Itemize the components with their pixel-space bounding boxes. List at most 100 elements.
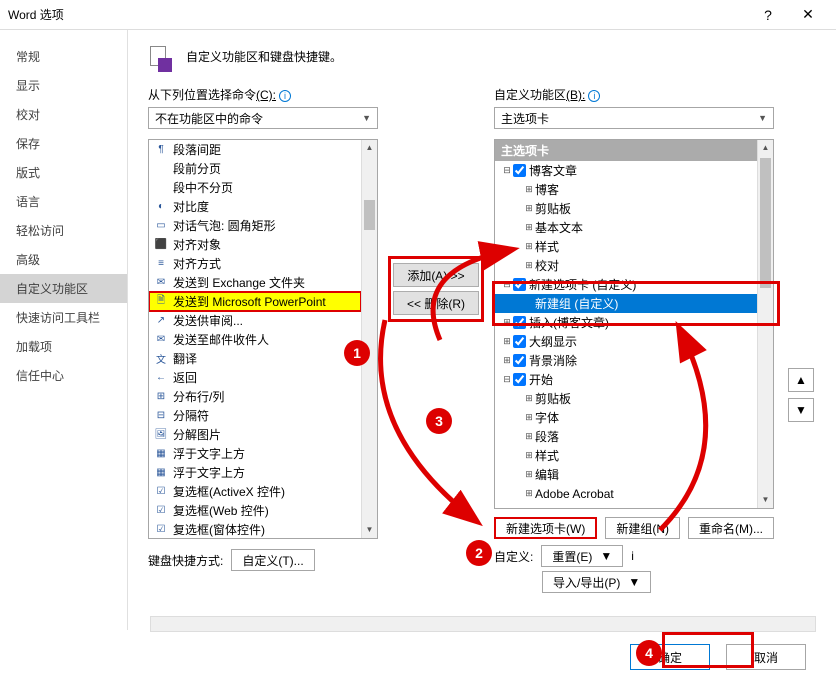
- expand-icon[interactable]: ⊞: [523, 260, 535, 271]
- expand-icon[interactable]: ⊞: [523, 222, 535, 233]
- tree-item[interactable]: ⊟新建选项卡 (自定义): [495, 275, 757, 294]
- command-list-item[interactable]: ☑复选框(窗体控件): [149, 520, 361, 538]
- tree-item[interactable]: ⊞校对: [495, 256, 757, 275]
- sidebar-item[interactable]: 语言: [0, 187, 127, 216]
- tree-item[interactable]: ⊞编辑: [495, 465, 757, 484]
- move-down-button[interactable]: ▼: [788, 398, 814, 422]
- info-icon[interactable]: i: [279, 90, 291, 102]
- sidebar-item[interactable]: 保存: [0, 129, 127, 158]
- sidebar-item[interactable]: 轻松访问: [0, 216, 127, 245]
- command-list-item[interactable]: 段中不分页: [149, 178, 361, 197]
- scroll-thumb[interactable]: [364, 200, 375, 230]
- ribbon-tree[interactable]: 主选项卡 ⊟博客文章⊞博客⊞剪贴板⊞基本文本⊞样式⊞校对⊟新建选项卡 (自定义)…: [494, 139, 774, 509]
- command-list-item[interactable]: ⊟分隔符: [149, 406, 361, 425]
- sidebar-item[interactable]: 显示: [0, 71, 127, 100]
- scrollbar-horizontal[interactable]: [150, 616, 816, 632]
- tree-item[interactable]: ⊞博客: [495, 180, 757, 199]
- tree-item[interactable]: ⊞样式: [495, 237, 757, 256]
- new-group-button[interactable]: 新建组(N): [605, 517, 680, 539]
- tree-item[interactable]: ⊞段落: [495, 427, 757, 446]
- tree-item[interactable]: ⊞样式: [495, 446, 757, 465]
- tree-item[interactable]: ⊟开始: [495, 370, 757, 389]
- move-up-button[interactable]: ▲: [788, 368, 814, 392]
- command-list-item[interactable]: ⊞分布行/列: [149, 387, 361, 406]
- scroll-down-icon[interactable]: ▼: [758, 492, 773, 508]
- expand-icon[interactable]: ⊞: [523, 450, 535, 461]
- scroll-thumb[interactable]: [760, 158, 771, 288]
- sidebar-item[interactable]: 常规: [0, 42, 127, 71]
- sidebar-item[interactable]: 信任中心: [0, 361, 127, 390]
- tree-item[interactable]: ⊞字体: [495, 408, 757, 427]
- expand-icon[interactable]: ⊞: [501, 355, 513, 366]
- command-list-item[interactable]: ⬛对齐对象: [149, 235, 361, 254]
- tree-checkbox[interactable]: [513, 278, 526, 291]
- expand-icon[interactable]: ⊞: [523, 488, 535, 499]
- command-list-item[interactable]: 文翻译: [149, 349, 361, 368]
- sidebar-item[interactable]: 版式: [0, 158, 127, 187]
- command-list-item[interactable]: ✉发送到 Exchange 文件夹: [149, 273, 361, 292]
- tree-item[interactable]: ⊞插入(博客文章): [495, 313, 757, 332]
- expand-icon[interactable]: ⊞: [523, 469, 535, 480]
- expand-icon[interactable]: ⊞: [523, 393, 535, 404]
- ribbon-scope-dropdown[interactable]: 主选项卡▼: [494, 107, 774, 129]
- scrollbar-vertical[interactable]: ▲ ▼: [361, 140, 377, 538]
- scroll-down-icon[interactable]: ▼: [362, 522, 377, 538]
- scrollbar-vertical[interactable]: ▲ ▼: [757, 140, 773, 508]
- commands-source-dropdown[interactable]: 不在功能区中的命令▼: [148, 107, 378, 129]
- close-button[interactable]: ✕: [788, 6, 828, 23]
- tree-item[interactable]: ⊞Adobe Acrobat: [495, 484, 757, 503]
- expand-icon[interactable]: ⊟: [501, 374, 513, 385]
- expand-icon[interactable]: ⊞: [501, 317, 513, 328]
- info-icon[interactable]: i: [588, 90, 600, 102]
- tree-item[interactable]: ⊞剪贴板: [495, 199, 757, 218]
- command-list-item[interactable]: ¶段落间距: [149, 140, 361, 159]
- info-icon[interactable]: i: [631, 549, 634, 563]
- expand-icon[interactable]: ⊟: [501, 279, 513, 290]
- command-list-item[interactable]: ☑复选框(Web 控件): [149, 501, 361, 520]
- tree-checkbox[interactable]: [513, 335, 526, 348]
- tree-checkbox[interactable]: [513, 354, 526, 367]
- command-list-item[interactable]: ◐对比度: [149, 197, 361, 216]
- rename-button[interactable]: 重命名(M)...: [688, 517, 774, 539]
- tree-item[interactable]: ⊞剪贴板: [495, 389, 757, 408]
- sidebar-item[interactable]: 校对: [0, 100, 127, 129]
- tree-checkbox[interactable]: [513, 316, 526, 329]
- command-list-item[interactable]: ☑复选框(ActiveX 控件): [149, 482, 361, 501]
- expand-icon[interactable]: ⊞: [501, 336, 513, 347]
- new-tab-button[interactable]: 新建选项卡(W): [494, 517, 597, 539]
- command-list-item[interactable]: ↗发送供审阅...: [149, 311, 361, 330]
- expand-icon[interactable]: ⊞: [523, 412, 535, 423]
- sidebar-item[interactable]: 高级: [0, 245, 127, 274]
- import-export-dropdown[interactable]: 导入/导出(P)▼: [542, 571, 651, 593]
- expand-icon[interactable]: ⊞: [523, 241, 535, 252]
- scroll-up-icon[interactable]: ▲: [362, 140, 377, 156]
- command-list-item[interactable]: ←返回: [149, 368, 361, 387]
- remove-button[interactable]: << 删除(R): [393, 291, 479, 315]
- tree-item[interactable]: ⊞背景消除: [495, 351, 757, 370]
- tree-item[interactable]: 新建组 (自定义): [495, 294, 757, 313]
- command-list-item[interactable]: 段前分页: [149, 159, 361, 178]
- cancel-button[interactable]: 取消: [726, 644, 806, 670]
- expand-icon[interactable]: ⊞: [523, 203, 535, 214]
- command-list-item[interactable]: ≡对齐方式: [149, 254, 361, 273]
- command-list-item[interactable]: 🖼分解图片: [149, 425, 361, 444]
- commands-listbox[interactable]: ¶段落间距段前分页段中不分页◐对比度▭对话气泡: 圆角矩形⬛对齐对象≡对齐方式✉…: [148, 139, 378, 539]
- command-list-item[interactable]: ✉发送至邮件收件人: [149, 330, 361, 349]
- tree-item[interactable]: ⊞大纲显示: [495, 332, 757, 351]
- sidebar-item[interactable]: 自定义功能区: [0, 274, 127, 303]
- expand-icon[interactable]: ⊟: [501, 165, 513, 176]
- tree-checkbox[interactable]: [513, 164, 526, 177]
- command-list-item[interactable]: ▦浮于文字上方: [149, 444, 361, 463]
- expand-icon[interactable]: ⊞: [523, 431, 535, 442]
- customize-keyboard-button[interactable]: 自定义(T)...: [231, 549, 314, 571]
- command-list-item[interactable]: ▦浮于文字上方: [149, 463, 361, 482]
- tree-item[interactable]: ⊟博客文章: [495, 161, 757, 180]
- add-button[interactable]: 添加(A) >>: [393, 263, 479, 287]
- tree-item[interactable]: ⊞基本文本: [495, 218, 757, 237]
- reset-dropdown[interactable]: 重置(E)▼: [541, 545, 623, 567]
- help-button[interactable]: ?: [748, 7, 788, 23]
- sidebar-item[interactable]: 快速访问工具栏: [0, 303, 127, 332]
- command-list-item[interactable]: 🗎发送到 Microsoft PowerPoint: [149, 292, 361, 311]
- expand-icon[interactable]: ⊞: [523, 184, 535, 195]
- sidebar-item[interactable]: 加载项: [0, 332, 127, 361]
